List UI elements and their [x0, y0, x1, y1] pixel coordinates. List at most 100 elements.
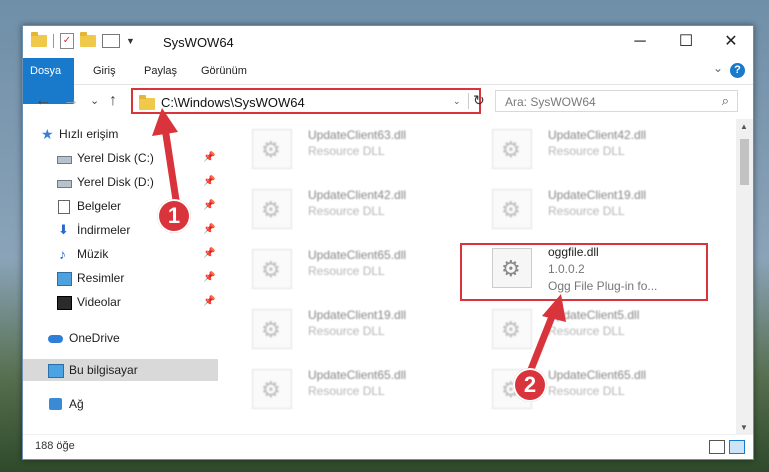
- up-button[interactable]: ↑: [109, 92, 117, 110]
- close-button[interactable]: ✕: [708, 26, 753, 58]
- file-name: UpdateClient42.dll: [308, 188, 407, 202]
- sidebar-item-network[interactable]: Ağ: [23, 393, 218, 415]
- refresh-icon[interactable]: ↻: [473, 92, 485, 109]
- search-icon[interactable]: ⌕: [722, 93, 729, 109]
- file-item[interactable]: UpdateClient63.dll Resource DLL: [246, 125, 466, 171]
- sidebar-item-pictures[interactable]: Resimler 📌: [23, 267, 218, 289]
- search-input[interactable]: Ara: SysWOW64 ⌕: [495, 90, 738, 112]
- sidebar-item-this-pc[interactable]: Bu bilgisayar: [23, 359, 218, 381]
- scroll-down-icon[interactable]: ▼: [740, 423, 748, 432]
- pin-icon[interactable]: 📌: [203, 243, 215, 265]
- folder-icon: [31, 32, 47, 47]
- tab-share[interactable]: Paylaş: [134, 58, 187, 84]
- status-bar: 188 öğe: [23, 434, 753, 459]
- dll-file-icon: [252, 129, 292, 169]
- help-icon[interactable]: ?: [730, 63, 745, 78]
- file-type: Resource DLL: [548, 204, 625, 218]
- file-item[interactable]: UpdateClient65.dll Resource DLL: [246, 365, 466, 411]
- sidebar-item-label: Ağ: [69, 397, 84, 411]
- sidebar-item-label: İndirmeler: [77, 223, 131, 237]
- ribbon: Dosya Giriş Paylaş Görünüm ⌄ ?: [23, 58, 753, 104]
- customize-toolbar-icon[interactable]: [102, 34, 120, 48]
- pin-icon[interactable]: 📌: [203, 147, 215, 169]
- dll-file-icon: [492, 189, 532, 229]
- file-type: Resource DLL: [308, 204, 385, 218]
- dll-file-icon: [492, 129, 532, 169]
- sidebar-item-label: Müzik: [77, 247, 109, 261]
- document-icon: [58, 200, 70, 214]
- pin-icon[interactable]: 📌: [203, 171, 215, 193]
- chevron-down-icon[interactable]: ▼: [126, 36, 135, 46]
- file-name: UpdateClient65.dll: [548, 368, 647, 382]
- pin-icon[interactable]: 📌: [203, 195, 215, 217]
- tab-view[interactable]: Görünüm: [191, 58, 257, 84]
- minimize-button[interactable]: ─: [617, 26, 663, 58]
- star-icon: ★: [41, 126, 54, 142]
- file-type: Resource DLL: [548, 144, 625, 158]
- file-type: Resource DLL: [548, 324, 625, 338]
- dll-file-icon: [252, 369, 292, 409]
- sidebar-item-quick-access[interactable]: ★ Hızlı erişim: [23, 123, 218, 145]
- computer-icon: [48, 364, 64, 378]
- vertical-scrollbar[interactable]: ▲ ▼: [736, 119, 753, 435]
- sidebar-item-label: Belgeler: [77, 199, 122, 213]
- sidebar-item-local-disk-d[interactable]: Yerel Disk (D:) 📌: [23, 171, 218, 193]
- back-button[interactable]: ←: [35, 92, 51, 110]
- address-divider: [468, 93, 469, 109]
- sidebar-item-videos[interactable]: Videolar 📌: [23, 291, 218, 313]
- window-title: SysWOW64: [163, 35, 234, 50]
- details-view-icon[interactable]: [709, 440, 725, 454]
- download-icon: ⬇: [58, 222, 69, 237]
- maximize-button[interactable]: ☐: [663, 26, 709, 58]
- pin-icon[interactable]: 📌: [203, 291, 215, 313]
- dll-file-icon: [252, 309, 292, 349]
- forward-button[interactable]: →: [63, 92, 79, 110]
- highlight-box-oggfile: [460, 243, 708, 301]
- toolbar-divider: [53, 34, 54, 48]
- title-bar: ✓ ▼ SysWOW64 ─ ☐ ✕: [23, 26, 753, 58]
- sidebar-item-local-disk-c[interactable]: Yerel Disk (C:) 📌: [23, 147, 218, 169]
- sidebar-item-label: OneDrive: [69, 331, 120, 345]
- dll-file-icon: [252, 249, 292, 289]
- dll-file-icon: [492, 309, 532, 349]
- file-item[interactable]: UpdateClient42.dll Resource DLL: [246, 185, 466, 231]
- step-2-callout: 2: [513, 368, 547, 402]
- search-placeholder: Ara: SysWOW64: [505, 95, 596, 109]
- quick-access-toolbar: ✓ ▼: [31, 32, 135, 49]
- sidebar-item-label: Videolar: [77, 295, 121, 309]
- dll-file-icon: [252, 189, 292, 229]
- file-item[interactable]: UpdateClient5.dll Resource DLL: [486, 305, 706, 351]
- file-item[interactable]: UpdateClient19.dll Resource DLL: [246, 305, 466, 351]
- music-icon: ♪: [59, 246, 66, 262]
- sidebar-item-music[interactable]: ♪ Müzik 📌: [23, 243, 218, 265]
- file-item[interactable]: UpdateClient19.dll Resource DLL: [486, 185, 706, 231]
- network-icon: [49, 398, 62, 410]
- sidebar-item-label: Hızlı erişim: [59, 127, 119, 141]
- drive-icon: [57, 180, 72, 188]
- scroll-up-icon[interactable]: ▲: [740, 122, 748, 131]
- file-name: UpdateClient65.dll: [308, 248, 407, 262]
- file-name: UpdateClient5.dll: [548, 308, 640, 322]
- file-name: UpdateClient42.dll: [548, 128, 647, 142]
- file-type: Resource DLL: [308, 264, 385, 278]
- address-bar[interactable]: C:\Windows\SysWOW64 ⌄ ↻: [131, 88, 485, 114]
- address-path[interactable]: C:\Windows\SysWOW64: [161, 95, 305, 110]
- tab-home[interactable]: Giriş: [83, 58, 126, 84]
- recent-locations-button[interactable]: ⌄: [90, 94, 99, 107]
- file-item[interactable]: UpdateClient65.dll Resource DLL: [246, 245, 466, 291]
- video-icon: [57, 296, 72, 310]
- tiles-view-icon[interactable]: [729, 440, 745, 454]
- file-type: Resource DLL: [308, 324, 385, 338]
- scrollbar-thumb[interactable]: [740, 139, 749, 185]
- pictures-icon: [57, 272, 72, 286]
- properties-check-icon[interactable]: ✓: [60, 33, 74, 49]
- new-folder-icon[interactable]: [80, 32, 96, 47]
- pin-icon[interactable]: 📌: [203, 219, 215, 241]
- file-item[interactable]: UpdateClient42.dll Resource DLL: [486, 125, 706, 171]
- file-name: UpdateClient19.dll: [308, 308, 407, 322]
- address-dropdown-icon[interactable]: ⌄: [453, 96, 461, 107]
- sidebar-item-onedrive[interactable]: OneDrive: [23, 327, 218, 349]
- pin-icon[interactable]: 📌: [203, 267, 215, 289]
- file-name: UpdateClient65.dll: [308, 368, 407, 382]
- ribbon-collapse-icon[interactable]: ⌄: [713, 61, 723, 75]
